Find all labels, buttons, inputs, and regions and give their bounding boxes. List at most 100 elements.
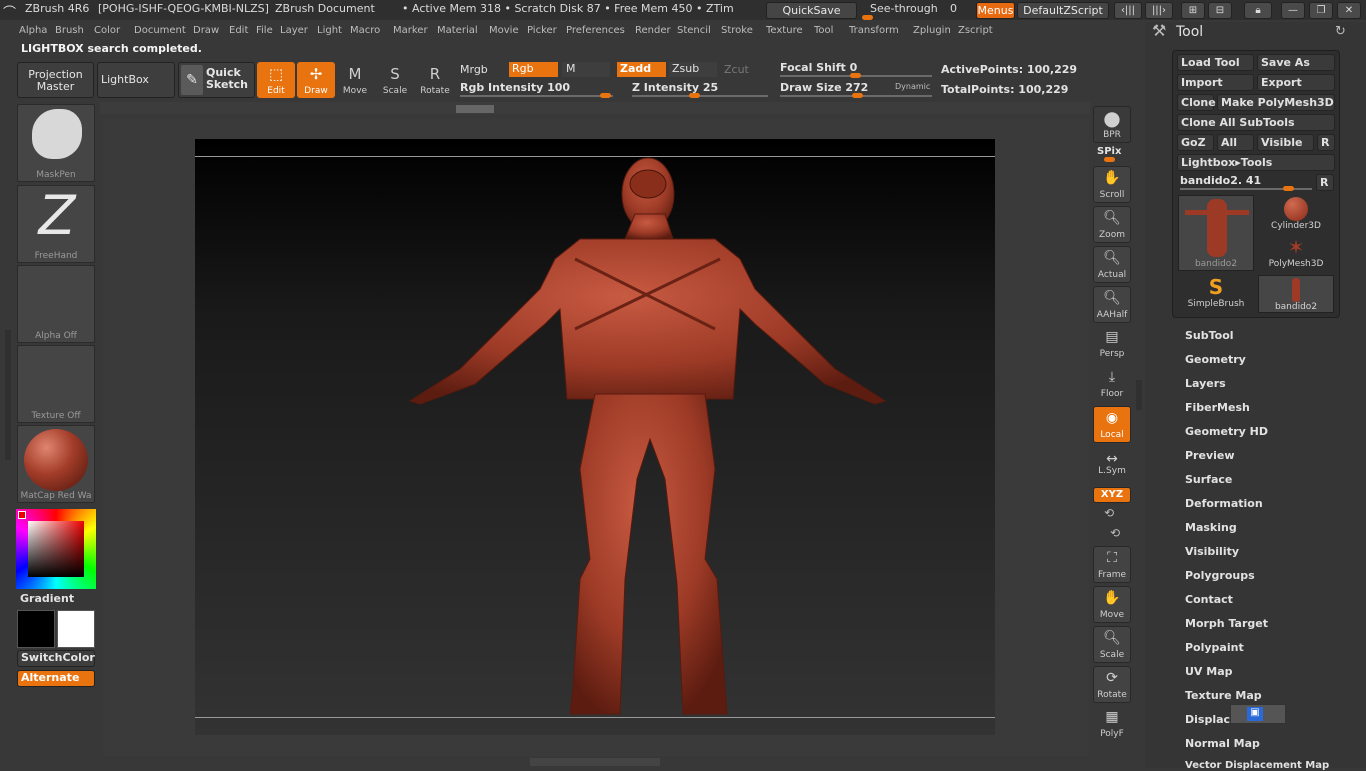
floating-image-widget[interactable]: ▣ (1230, 704, 1286, 724)
scale-button[interactable]: S Scale (376, 62, 414, 98)
lightbox-tools-button[interactable]: Lightbox▸Tools (1177, 154, 1335, 171)
lightbox-button[interactable]: LightBox (97, 62, 175, 98)
menu-zscript[interactable]: Zscript (958, 25, 993, 36)
draw-size-knob[interactable] (852, 93, 863, 98)
export-button[interactable]: Export (1257, 74, 1335, 91)
zcut-button[interactable]: Zcut (724, 63, 749, 76)
minimize-icon[interactable]: — (1281, 2, 1305, 19)
spix-knob[interactable] (1104, 157, 1115, 162)
section-surface[interactable]: Surface (1185, 473, 1232, 486)
section-masking[interactable]: Masking (1185, 521, 1237, 534)
menu-tool[interactable]: Tool (814, 25, 833, 36)
section-polypaint[interactable]: Polypaint (1185, 641, 1244, 654)
menu-file[interactable]: File (256, 25, 273, 36)
focal-shift-knob[interactable] (850, 73, 861, 78)
z-intensity-knob[interactable] (689, 93, 700, 98)
section-geometry-hd[interactable]: Geometry HD (1185, 425, 1268, 438)
section-polygroups[interactable]: Polygroups (1185, 569, 1255, 582)
save-as-button[interactable]: Save As (1257, 54, 1335, 71)
rgb-intensity-slider[interactable] (460, 95, 613, 97)
section-contact[interactable]: Contact (1185, 593, 1233, 606)
spix-label[interactable]: SPix (1097, 146, 1121, 157)
menu-macro[interactable]: Macro (350, 25, 380, 36)
ruler-marker[interactable] (456, 105, 494, 113)
bpr-button[interactable]: ● BPR (1093, 106, 1131, 143)
left-tray-handle[interactable] (5, 330, 11, 460)
zoom-button[interactable]: 🔍︎ Zoom (1093, 206, 1131, 243)
thumb-bandido2-small[interactable]: bandido2 (1258, 275, 1334, 313)
section-subtool[interactable]: SubTool (1185, 329, 1234, 342)
persp-button[interactable]: ▤ Persp (1093, 326, 1131, 363)
document-canvas[interactable] (195, 139, 995, 735)
polyf-button[interactable]: ▦ PolyF (1093, 706, 1131, 743)
quick-sketch-button[interactable]: ✎ Quick Sketch (178, 62, 255, 98)
menu-light[interactable]: Light (317, 25, 342, 36)
make-polymesh-button[interactable]: Make PolyMesh3D (1217, 94, 1335, 111)
menu-zplugin[interactable]: Zplugin (913, 25, 951, 36)
section-uv-map[interactable]: UV Map (1185, 665, 1233, 678)
section-fibermesh[interactable]: FiberMesh (1185, 401, 1250, 414)
goz-all-button[interactable]: All (1217, 134, 1254, 151)
see-through-knob[interactable] (862, 15, 873, 20)
rotate-z-icon[interactable]: ⟲ (1110, 526, 1120, 540)
clone-button[interactable]: Clone (1177, 94, 1216, 111)
aahalf-button[interactable]: 🔍︎ AAHalf (1093, 286, 1131, 323)
menus-button[interactable]: Menus (976, 2, 1015, 19)
menu-stroke[interactable]: Stroke (721, 25, 753, 36)
menu-draw[interactable]: Draw (193, 25, 219, 36)
lsym-button[interactable]: ↔ L.Sym (1093, 452, 1131, 480)
menu-edit[interactable]: Edit (229, 25, 248, 36)
section-preview[interactable]: Preview (1185, 449, 1235, 462)
floor-button[interactable]: ⤓ Floor (1093, 366, 1131, 403)
bottom-tray-handle[interactable] (530, 758, 660, 766)
switchcolor-button[interactable]: SwitchColor (17, 650, 95, 667)
actual-button[interactable]: 🔍︎ Actual (1093, 246, 1131, 283)
section-layers[interactable]: Layers (1185, 377, 1226, 390)
main-color-swatch[interactable] (17, 610, 55, 648)
alternate-button[interactable]: Alternate (17, 670, 95, 687)
menu-color[interactable]: Color (94, 25, 120, 36)
goz-r-button[interactable]: R (1317, 134, 1335, 151)
menu-document[interactable]: Document (134, 25, 186, 36)
section-visibility[interactable]: Visibility (1185, 545, 1239, 558)
gradient-label[interactable]: Gradient (20, 592, 74, 605)
section-vector-displacement-map[interactable]: Vector Displacement Map (1185, 760, 1329, 771)
maskpen-brush-slot[interactable]: MaskPen (17, 104, 95, 182)
rotate-y-icon[interactable]: ⟲ (1104, 506, 1114, 520)
scale-view-button[interactable]: 🔍︎ Scale (1093, 626, 1131, 663)
menu-preferences[interactable]: Preferences (566, 25, 625, 36)
menu-alpha[interactable]: Alpha (19, 25, 47, 36)
rotate-view-button[interactable]: ⟳ Rotate (1093, 666, 1131, 703)
thumb-cylinder3d[interactable]: Cylinder3D (1258, 195, 1334, 233)
m-button[interactable]: M (562, 62, 610, 77)
xyz-button[interactable]: XYZ (1093, 487, 1131, 503)
goz-button[interactable]: GoZ (1177, 134, 1214, 151)
menu-transform[interactable]: Transform (849, 25, 899, 36)
menu-render[interactable]: Render (635, 25, 671, 36)
local-button[interactable]: ◉ Local (1093, 406, 1131, 443)
menu-marker[interactable]: Marker (393, 25, 428, 36)
projection-master-button[interactable]: Projection Master (17, 62, 94, 98)
move-view-button[interactable]: ✋ Move (1093, 586, 1131, 623)
reset-icon[interactable]: ↻ (1335, 24, 1346, 39)
tool-slider-knob[interactable] (1283, 186, 1294, 191)
default-zscript-button[interactable]: DefaultZScript (1017, 2, 1109, 19)
menu-texture[interactable]: Texture (766, 25, 803, 36)
restore-icon[interactable]: ❐ (1309, 2, 1333, 19)
alpha-slot[interactable]: Alpha Off (17, 265, 95, 343)
dynamic-toggle[interactable]: Dynamic (895, 82, 930, 91)
move-button[interactable]: M Move (336, 62, 374, 98)
section-texture-map[interactable]: Texture Map (1185, 689, 1262, 702)
section-geometry[interactable]: Geometry (1185, 353, 1246, 366)
rgb-intensity-knob[interactable] (600, 93, 611, 98)
rgb-button[interactable]: Rgb (509, 62, 558, 77)
zsub-button[interactable]: Zsub (669, 62, 717, 77)
scroll-button[interactable]: ✋ Scroll (1093, 166, 1131, 203)
hue-marker[interactable] (18, 511, 26, 519)
lock-icon[interactable]: 🔒︎ (1244, 2, 1272, 19)
menu-picker[interactable]: Picker (527, 25, 557, 36)
goz-visible-button[interactable]: Visible (1257, 134, 1314, 151)
freehand-stroke-slot[interactable]: Z FreeHand (17, 185, 95, 263)
color-picker[interactable] (16, 509, 96, 589)
import-button[interactable]: Import (1177, 74, 1254, 91)
